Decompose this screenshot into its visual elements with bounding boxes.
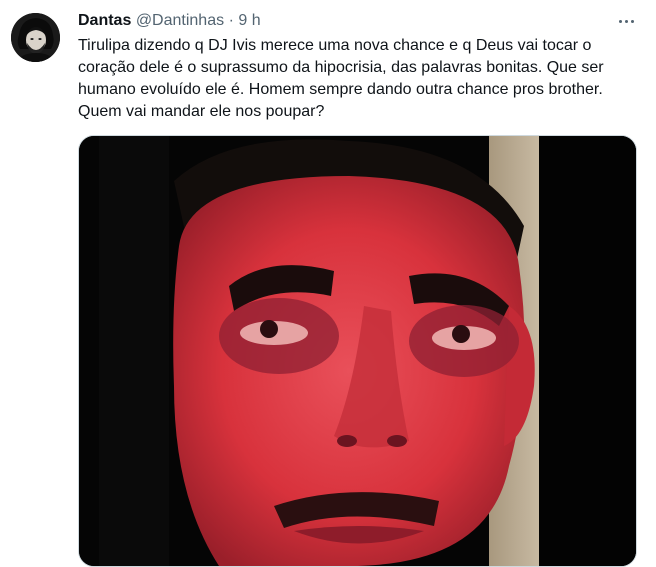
author-name[interactable]: Dantas [78, 12, 131, 29]
tweet-text: Tirulipa dizendo q DJ Ivis merece uma no… [78, 37, 604, 120]
more-options-button[interactable] [612, 11, 640, 31]
tweet-header: Dantas @Dantinhas · 9 h [78, 11, 261, 31]
tweet-video[interactable] [78, 135, 637, 567]
more-horizontal-icon [618, 19, 622, 23]
tweet-timestamp[interactable]: 9 h [238, 12, 260, 29]
more-horizontal-icon-dot [630, 19, 634, 23]
header-separator: · [228, 12, 234, 29]
author-handle[interactable]: @Dantinhas [136, 12, 224, 29]
video-frame [79, 136, 636, 566]
more-horizontal-icon-dot [624, 19, 628, 23]
tweet[interactable]: Dantas @Dantinhas · 9 h Tirulipa dizendo… [0, 0, 656, 567]
avatar-image [11, 13, 60, 62]
avatar[interactable] [11, 13, 60, 62]
